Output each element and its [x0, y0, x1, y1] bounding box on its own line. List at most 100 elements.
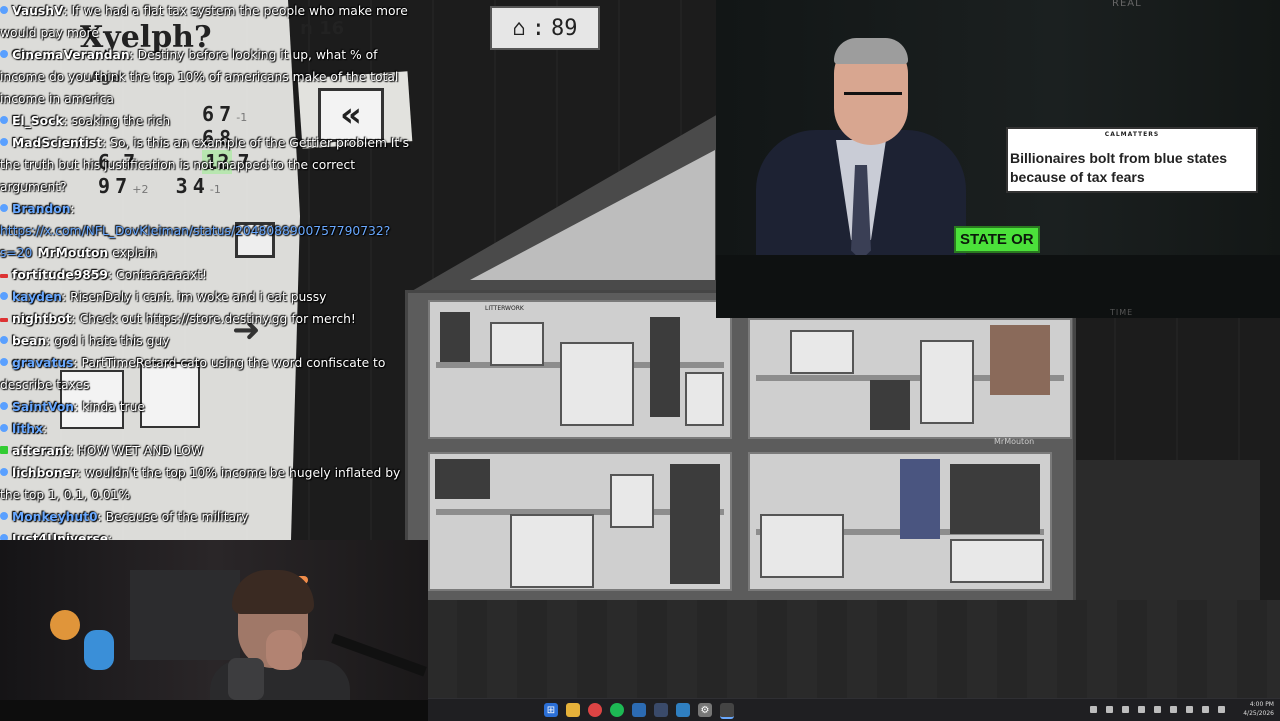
chat-text: : Contaaaaaaxt!	[107, 268, 207, 282]
tray-icon[interactable]	[1154, 706, 1161, 713]
attic-label: LITTERWORK	[485, 305, 524, 312]
room-library[interactable]	[428, 300, 732, 439]
news-source: CALMATTERS	[1104, 131, 1160, 138]
chat-message: MadScientist: So, is this an example of …	[0, 132, 428, 198]
volume-icon[interactable]	[1218, 706, 1225, 713]
chat-username[interactable]: atterant	[12, 444, 69, 458]
steam-icon[interactable]	[654, 703, 668, 717]
room-parlor[interactable]	[748, 318, 1072, 439]
user-badge-icon	[0, 424, 8, 432]
webcam-lamp	[50, 610, 80, 640]
chat-text: : HOW WET AND LOW	[69, 444, 204, 458]
chat-overlay: VaushV: If we had a flat tax system the …	[0, 0, 428, 546]
chat-text: :	[70, 202, 75, 216]
game-app-icon[interactable]	[720, 703, 734, 719]
chat-username[interactable]: nightbot	[12, 312, 72, 326]
chat-text: :	[43, 422, 48, 436]
house-counter: ⌂ : 89	[490, 6, 600, 50]
user-badge-icon	[0, 402, 8, 410]
user-badge-icon	[0, 274, 8, 278]
chat-text: : Because of the military	[97, 510, 249, 524]
clock-time: 4:00 PM	[1249, 701, 1274, 708]
chat-username[interactable]: Monkeyhut0	[12, 510, 98, 524]
chat-message: VaushV: If we had a flat tax system the …	[0, 0, 428, 44]
taskbar: ⊞ ⚙ 4:00 PM 4/25/2026	[428, 698, 1280, 721]
chat-username[interactable]: gravatus	[12, 356, 73, 370]
room-lounge[interactable]	[748, 452, 1052, 591]
chat-username[interactable]: kayden	[12, 290, 62, 304]
chat-username[interactable]: MadScientist	[12, 136, 102, 150]
chat-text: : Check out https://store.destiny.gg for…	[71, 312, 356, 326]
app-icon[interactable]	[632, 703, 646, 717]
chat-message: https://x.com/NFL_DovKleiman/status/2048…	[0, 220, 428, 264]
chat-username[interactable]: SaintVon	[12, 400, 74, 414]
user-badge-icon	[0, 512, 8, 520]
clock[interactable]: 4:00 PM 4/25/2026	[1240, 700, 1274, 718]
host-hair	[834, 38, 908, 64]
user-badge-icon	[0, 336, 8, 344]
clock-date: 4/25/2026	[1243, 710, 1274, 717]
room-owner-tag: MrMouton	[994, 437, 1035, 446]
webcam-toy	[84, 630, 114, 670]
chat-text: explain	[108, 246, 157, 260]
chat-text: : RisenDaly i cant. im woke and i eat pu…	[62, 290, 327, 304]
webcam-shelf	[130, 570, 240, 660]
chat-message: fortitude9859: Contaaaaaaxt!	[0, 264, 428, 286]
chat-username[interactable]: lichboner	[12, 466, 77, 480]
host-glasses	[844, 92, 902, 111]
user-badge-icon	[0, 116, 8, 124]
chat-username[interactable]: MrMouton	[37, 246, 108, 260]
chat-message: CinemaVerandan: Destiny before looking i…	[0, 44, 428, 110]
chat-username[interactable]: CinemaVerandan	[12, 48, 130, 62]
store-icon[interactable]	[676, 703, 690, 717]
spotify-icon[interactable]	[610, 703, 624, 717]
chat-message: kayden: RisenDaly i cant. im woke and i …	[0, 286, 428, 308]
user-badge-icon	[0, 358, 8, 366]
user-badge-icon	[0, 50, 8, 58]
chat-message: nightbot: Check out https://store.destin…	[0, 308, 428, 330]
tray-icon[interactable]	[1170, 706, 1177, 713]
user-badge-icon	[0, 138, 8, 146]
chat-message: SaintVon: kinda true	[0, 396, 428, 418]
chat-message: El_Sock: soaking the rich	[0, 110, 428, 132]
house-icon: ⌂	[512, 15, 526, 41]
state-tag: STATE OR	[954, 226, 1040, 253]
chat-text: : god i hate this guy	[46, 334, 170, 348]
tray-icon[interactable]	[1138, 706, 1145, 713]
chat-text: : soaking the rich	[63, 114, 171, 128]
user-badge-icon	[0, 318, 8, 322]
chat-message: lithx:	[0, 418, 428, 440]
chat-username[interactable]: fortitude9859	[12, 268, 108, 282]
chrome-icon[interactable]	[588, 703, 602, 717]
file-explorer-icon[interactable]	[566, 703, 580, 717]
chat-username[interactable]: VaushV	[12, 4, 64, 18]
settings-icon[interactable]: ⚙	[698, 703, 712, 717]
tv-clip-overlay: REAL TIME CALMATTERS Billionaires bolt f…	[716, 0, 1280, 318]
webcam-feed	[0, 540, 428, 700]
microphone-icon	[228, 658, 264, 700]
network-logo: REAL	[1112, 0, 1142, 9]
chat-username[interactable]: bean	[12, 334, 46, 348]
tray-icon[interactable]	[1122, 706, 1129, 713]
tray-chevron-icon[interactable]	[1090, 706, 1097, 713]
chat-message: atterant: HOW WET AND LOW	[0, 440, 428, 462]
tray-icon[interactable]	[1106, 706, 1113, 713]
chat-message: Brandon:	[0, 198, 428, 220]
user-badge-icon	[0, 468, 8, 476]
user-badge-icon	[0, 6, 8, 14]
chat-username[interactable]: Brandon	[12, 202, 71, 216]
user-badge-icon	[0, 204, 8, 212]
news-headline: Billionaires bolt from blue states becau…	[1010, 150, 1228, 185]
house-side-room	[1070, 460, 1260, 602]
news-graphic: CALMATTERS Billionaires bolt from blue s…	[1006, 127, 1258, 193]
house-count: 89	[551, 15, 578, 41]
tray-icon[interactable]	[1186, 706, 1193, 713]
chat-message: gravatus: PartTimeRetard cato using the …	[0, 352, 428, 396]
chat-username[interactable]: lithx	[12, 422, 43, 436]
network-icon[interactable]	[1202, 706, 1209, 713]
start-icon[interactable]: ⊞	[544, 703, 558, 717]
room-workshop[interactable]	[428, 452, 732, 591]
chat-message: bean: god i hate this guy	[0, 330, 428, 352]
chat-username[interactable]: El_Sock	[12, 114, 64, 128]
user-badge-icon	[0, 292, 8, 300]
